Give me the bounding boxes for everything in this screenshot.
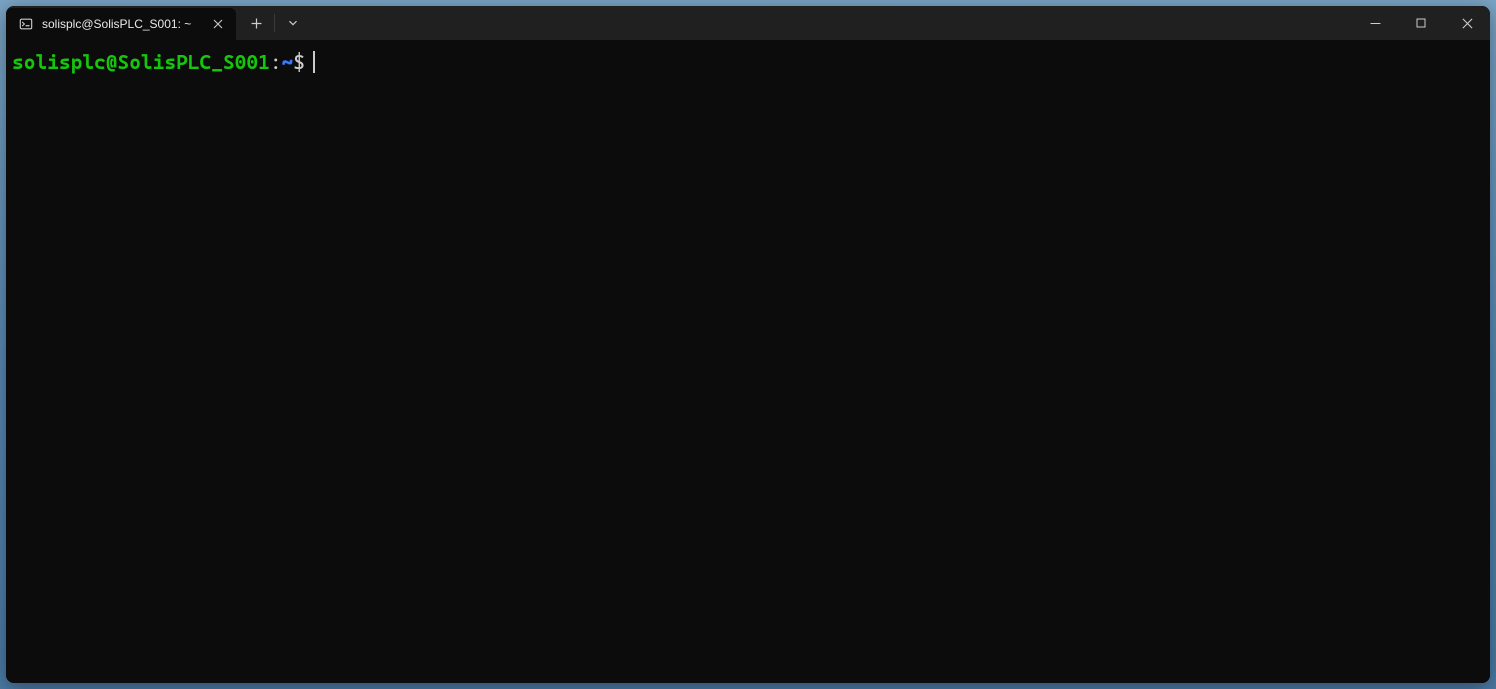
titlebar: solisplc@SolisPLC_S001: ~ — [6, 6, 1490, 40]
tabbar-actions — [236, 6, 309, 40]
tab-active[interactable]: solisplc@SolisPLC_S001: ~ — [6, 8, 236, 40]
prompt-path: ~ — [282, 50, 294, 74]
window-controls — [1352, 6, 1490, 40]
prompt-userhost: solisplc@SolisPLC_S001 — [12, 50, 270, 74]
maximize-button[interactable] — [1398, 6, 1444, 40]
terminal-viewport[interactable]: solisplc@SolisPLC_S001:~$ — [6, 40, 1490, 683]
minimize-button[interactable] — [1352, 6, 1398, 40]
terminal-window: solisplc@SolisPLC_S001: ~ — [6, 6, 1490, 683]
prompt-separator: : — [270, 50, 282, 74]
tabbar-divider — [274, 14, 275, 32]
tab-dropdown-button[interactable] — [277, 7, 309, 39]
titlebar-drag-region[interactable] — [309, 6, 1352, 40]
prompt-symbol: $ — [293, 50, 305, 74]
new-tab-button[interactable] — [240, 7, 272, 39]
tab-close-button[interactable] — [210, 16, 226, 32]
terminal-icon — [18, 16, 34, 32]
tab-title: solisplc@SolisPLC_S001: ~ — [42, 17, 202, 31]
close-button[interactable] — [1444, 6, 1490, 40]
text-cursor — [313, 51, 315, 73]
prompt-line: solisplc@SolisPLC_S001:~$ — [12, 50, 1486, 74]
tabs-region: solisplc@SolisPLC_S001: ~ — [6, 6, 236, 40]
